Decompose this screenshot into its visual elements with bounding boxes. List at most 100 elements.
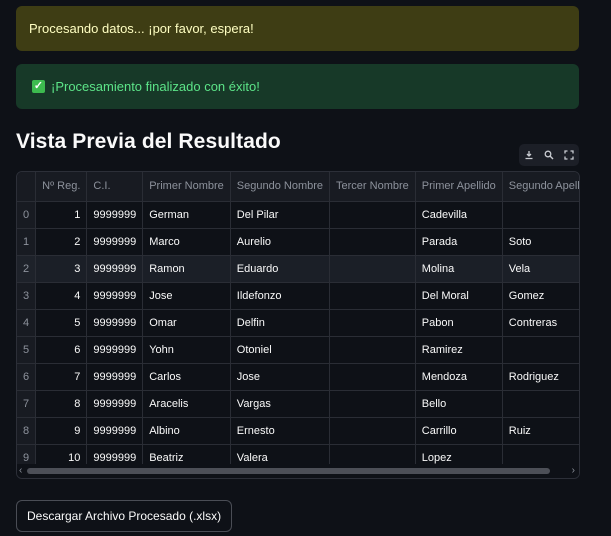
table-cell[interactable]: Del Moral [415, 282, 503, 310]
table-cell[interactable]: Vela [502, 255, 579, 283]
table-cell[interactable]: Marco [142, 228, 231, 256]
table-cell[interactable] [502, 390, 579, 418]
column-header[interactable]: Primer Nombre [142, 172, 231, 202]
table-cell[interactable]: 9999999 [86, 228, 144, 256]
table-cell[interactable]: 9 [35, 417, 88, 445]
table-row[interactable]: 1 2 9999999 Marco Aurelio Parada Soto [17, 228, 579, 256]
table-cell[interactable]: Molina [415, 255, 503, 283]
column-header[interactable]: Segundo Apellido [502, 172, 579, 202]
table-cell[interactable]: 7 [35, 363, 88, 391]
table-cell[interactable]: Ramon [142, 255, 231, 283]
success-alert-text: ¡Procesamiento finalizado con éxito! [51, 79, 260, 94]
table-row[interactable]: 4 5 9999999 Omar Delfin Pabon Contreras [17, 309, 579, 337]
table-cell[interactable]: 9999999 [86, 336, 144, 364]
table-cell[interactable]: Cadevilla [415, 201, 503, 229]
download-processed-file-button[interactable]: Descargar Archivo Procesado (.xlsx) [16, 500, 233, 532]
search-icon[interactable] [544, 150, 554, 160]
table-cell[interactable]: Del Pilar [230, 201, 331, 229]
row-index: 1 [17, 228, 37, 256]
table-cell[interactable] [329, 363, 416, 391]
table-cell[interactable] [329, 255, 416, 283]
table-row[interactable]: 6 7 9999999 Carlos Jose Mendoza Rodriguez [17, 363, 579, 391]
table-cell[interactable]: Bello [415, 390, 503, 418]
table-cell[interactable] [502, 201, 579, 229]
table-cell[interactable]: Aurelio [230, 228, 331, 256]
table-row[interactable]: 8 9 9999999 Albino Ernesto Carrillo Ruiz [17, 417, 579, 445]
table-cell[interactable]: Jose [230, 363, 331, 391]
table-cell[interactable] [329, 201, 416, 229]
table-cell[interactable]: 6 [35, 336, 88, 364]
column-header[interactable]: Segundo Nombre [230, 172, 331, 202]
table-row[interactable]: 5 6 9999999 Yohn Otoniel Ramirez [17, 336, 579, 364]
table-cell[interactable]: Parada [415, 228, 503, 256]
results-table: Nº Reg. C.I. Primer Nombre Segundo Nombr… [17, 172, 579, 472]
table-cell[interactable] [329, 309, 416, 337]
table-cell[interactable]: Delfin [230, 309, 331, 337]
table-cell[interactable]: Contreras [502, 309, 579, 337]
table-cell[interactable]: 1 [35, 201, 88, 229]
table-cell[interactable]: 9999999 [86, 309, 144, 337]
table-cell[interactable] [329, 336, 416, 364]
table-row[interactable]: 2 3 9999999 Ramon Eduardo Molina Vela [17, 255, 579, 283]
table-cell[interactable]: 9999999 [86, 282, 144, 310]
column-header[interactable] [17, 172, 37, 202]
scrollbar-thumb[interactable] [27, 468, 550, 474]
table-cell[interactable]: German [142, 201, 231, 229]
column-header[interactable]: Nº Reg. [35, 172, 88, 202]
table-cell[interactable]: 5 [35, 309, 88, 337]
table-cell[interactable]: Soto [502, 228, 579, 256]
table-cell[interactable]: 3 [35, 255, 88, 283]
row-index: 2 [17, 255, 37, 283]
table-cell[interactable]: Ruiz [502, 417, 579, 445]
table-cell[interactable] [329, 228, 416, 256]
table-cell[interactable]: Ildefonzo [230, 282, 331, 310]
success-alert: ✓ ¡Procesamiento finalizado con éxito! [16, 64, 579, 109]
table-cell[interactable]: 9999999 [86, 201, 144, 229]
table-cell[interactable]: 9999999 [86, 417, 144, 445]
table-cell[interactable]: Carlos [142, 363, 231, 391]
column-header[interactable]: Primer Apellido [415, 172, 503, 202]
table-row[interactable]: 3 4 9999999 Jose Ildefonzo Del Moral Gomez [17, 282, 579, 310]
row-index: 6 [17, 363, 37, 391]
table-cell[interactable]: Eduardo [230, 255, 331, 283]
table-cell[interactable]: 8 [35, 390, 88, 418]
table-cell[interactable]: Gomez [502, 282, 579, 310]
table-cell[interactable]: Ernesto [230, 417, 331, 445]
dataframe-grid[interactable]: Nº Reg. C.I. Primer Nombre Segundo Nombr… [16, 171, 580, 479]
fullscreen-icon[interactable] [564, 150, 574, 160]
table-cell[interactable]: Rodriguez [502, 363, 579, 391]
table-cell[interactable]: 9999999 [86, 255, 144, 283]
check-icon: ✓ [32, 80, 45, 93]
scroll-right-icon[interactable]: › [572, 465, 575, 476]
table-cell[interactable]: 4 [35, 282, 88, 310]
table-cell[interactable] [502, 336, 579, 364]
table-cell[interactable] [329, 390, 416, 418]
table-cell[interactable]: Vargas [230, 390, 331, 418]
scroll-left-icon[interactable]: ‹ [19, 465, 22, 476]
table-cell[interactable]: Carrillo [415, 417, 503, 445]
table-cell[interactable]: Ramirez [415, 336, 503, 364]
table-cell[interactable]: 2 [35, 228, 88, 256]
table-cell[interactable]: Yohn [142, 336, 231, 364]
download-icon[interactable] [524, 150, 534, 160]
row-index: 8 [17, 417, 37, 445]
table-cell[interactable]: Pabon [415, 309, 503, 337]
table-cell[interactable] [329, 282, 416, 310]
table-cell[interactable]: Jose [142, 282, 231, 310]
table-cell[interactable]: Mendoza [415, 363, 503, 391]
table-cell[interactable]: Otoniel [230, 336, 331, 364]
table-row[interactable]: 7 8 9999999 Aracelis Vargas Bello [17, 390, 579, 418]
table-cell[interactable]: Albino [142, 417, 231, 445]
column-header[interactable]: C.I. [86, 172, 144, 202]
table-cell[interactable]: 9999999 [86, 390, 144, 418]
column-header[interactable]: Tercer Nombre [329, 172, 416, 202]
horizontal-scrollbar[interactable]: ‹ › [17, 464, 579, 478]
table-cell[interactable] [329, 417, 416, 445]
page-title: Vista Previa del Resultado [16, 130, 281, 153]
row-index: 4 [17, 309, 37, 337]
table-cell[interactable]: Omar [142, 309, 231, 337]
table-cell[interactable]: 9999999 [86, 363, 144, 391]
table-cell[interactable]: Aracelis [142, 390, 231, 418]
table-row[interactable]: 0 1 9999999 German Del Pilar Cadevilla [17, 201, 579, 229]
row-index: 3 [17, 282, 37, 310]
